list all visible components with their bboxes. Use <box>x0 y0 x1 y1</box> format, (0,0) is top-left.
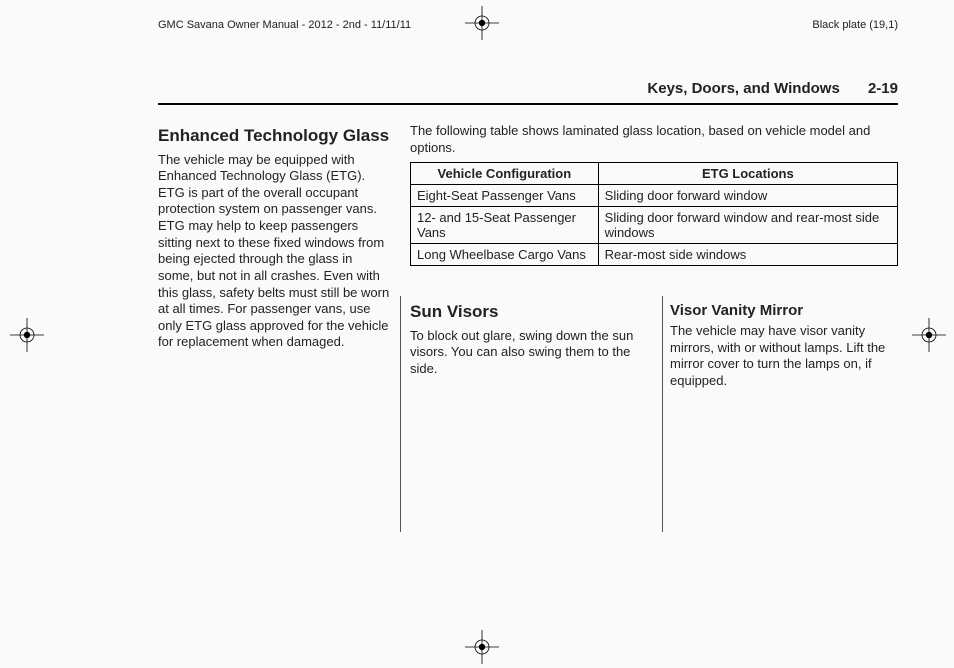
vanity-body: The vehicle may have visor vanity mirror… <box>670 323 898 390</box>
plate-info: Black plate (19,1) <box>812 19 898 31</box>
column-3: Visor Vanity Mirror The vehicle may have… <box>670 296 898 396</box>
cell-loc: Rear-most side windows <box>598 244 897 266</box>
table-row: Long Wheelbase Cargo Vans Rear-most side… <box>411 244 898 266</box>
table-row: 12- and 15-Seat Passenger Vans Sliding d… <box>411 207 898 244</box>
etg-heading: Enhanced Technology Glass <box>158 126 390 146</box>
etg-body: The vehicle may be equipped with Enhance… <box>158 152 390 352</box>
cell-config: Eight-Seat Passenger Vans <box>411 185 599 207</box>
column-2: Sun Visors To block out glare, swing dow… <box>410 296 654 383</box>
column-rule <box>400 296 401 532</box>
registration-mark-icon <box>912 318 946 352</box>
th-config: Vehicle Configuration <box>411 163 599 185</box>
cell-config: Long Wheelbase Cargo Vans <box>411 244 599 266</box>
cell-config: 12- and 15-Seat Passenger Vans <box>411 207 599 244</box>
cell-loc: Sliding door forward window and rear-mos… <box>598 207 897 244</box>
registration-mark-icon <box>10 318 44 352</box>
column-1: Enhanced Technology Glass The vehicle ma… <box>158 120 390 357</box>
etg-table: Vehicle Configuration ETG Locations Eigh… <box>410 162 898 266</box>
vanity-heading: Visor Vanity Mirror <box>670 302 898 319</box>
sunvisors-heading: Sun Visors <box>410 302 654 322</box>
page-number: 2-19 <box>868 80 898 97</box>
doc-id: GMC Savana Owner Manual - 2012 - 2nd - 1… <box>158 19 411 31</box>
section-title: Keys, Doors, and Windows <box>647 80 839 97</box>
cell-loc: Sliding door forward window <box>598 185 897 207</box>
column-2-3-top: The following table shows laminated glas… <box>410 120 898 266</box>
table-row: Eight-Seat Passenger Vans Sliding door f… <box>411 185 898 207</box>
page: GMC Savana Owner Manual - 2012 - 2nd - 1… <box>48 0 906 668</box>
print-header: GMC Savana Owner Manual - 2012 - 2nd - 1… <box>158 19 898 31</box>
table-leadin: The following table shows laminated glas… <box>410 123 898 156</box>
table-head-row: Vehicle Configuration ETG Locations <box>411 163 898 185</box>
sunvisors-body: To block out glare, swing down the sun v… <box>410 328 654 378</box>
running-head: Keys, Doors, and Windows 2-19 <box>158 80 898 105</box>
th-locations: ETG Locations <box>598 163 897 185</box>
column-rule <box>662 296 663 532</box>
